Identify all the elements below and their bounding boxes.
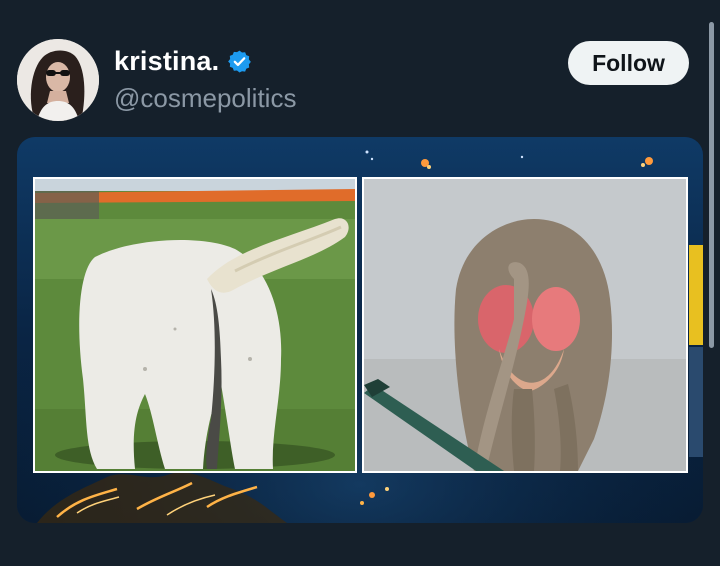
display-name[interactable]: kristina. — [114, 46, 219, 77]
media-attachment[interactable] — [17, 137, 703, 523]
avatar-image — [17, 39, 99, 121]
avatar[interactable] — [17, 39, 99, 121]
name-row: kristina. — [114, 46, 252, 77]
scrollbar[interactable] — [709, 22, 714, 348]
baboon-image[interactable] — [362, 177, 688, 473]
user-handle[interactable]: @cosmepolitics — [114, 83, 296, 114]
follow-button[interactable]: Follow — [568, 41, 689, 85]
verified-badge-icon — [227, 49, 252, 74]
horse-image[interactable] — [33, 177, 357, 473]
post-container: kristina. @cosmepolitics Follow — [0, 0, 720, 566]
